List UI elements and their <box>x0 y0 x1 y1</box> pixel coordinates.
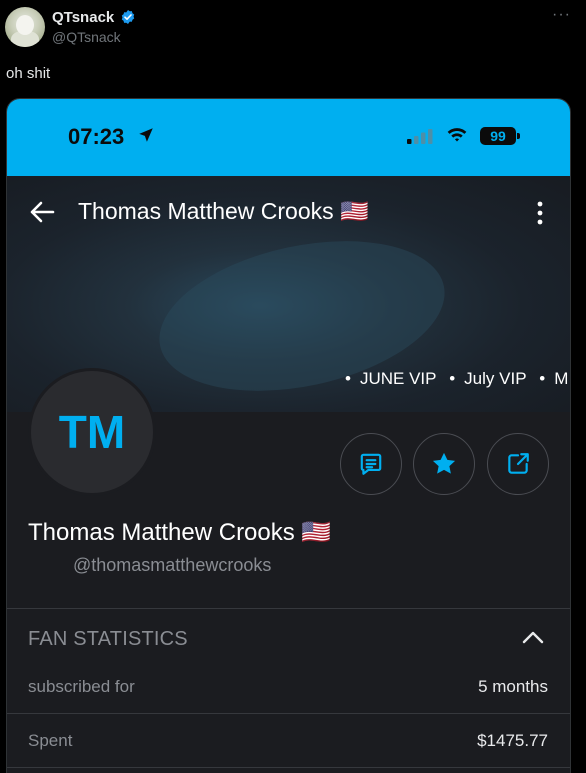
favorite-button[interactable] <box>413 433 475 495</box>
location-arrow-icon <box>139 128 153 142</box>
message-icon <box>360 453 382 475</box>
share-icon <box>508 453 529 474</box>
author-handle[interactable]: @QTsnack <box>52 29 121 45</box>
tag-separator: • <box>345 369 351 388</box>
avatar-face-shape <box>16 15 34 35</box>
author-display-name[interactable]: QTsnack <box>52 9 114 26</box>
page-title: Thomas Matthew Crooks 🇺🇸 <box>78 198 369 224</box>
fan-statistics-title[interactable]: FAN STATISTICS <box>28 628 188 651</box>
divider <box>7 767 570 768</box>
chevron-up-icon[interactable] <box>522 630 544 644</box>
arrow-left-icon[interactable] <box>29 200 55 224</box>
star-icon <box>432 452 456 474</box>
tag-item[interactable]: JUNE VIP <box>360 369 437 388</box>
avatar-initials: TM <box>58 406 126 458</box>
more-horizontal-icon[interactable]: ··· <box>552 6 571 24</box>
kebab-menu-icon[interactable] <box>536 201 544 225</box>
profile-name: Thomas Matthew Crooks 🇺🇸 <box>28 519 332 546</box>
stat-label-subscribed: subscribed for <box>28 677 135 696</box>
status-bar: 07:23 99 <box>7 99 570 176</box>
tag-list: • JUNE VIP • July VIP • M <box>345 369 570 389</box>
divider <box>7 608 570 609</box>
wifi-icon <box>447 128 467 142</box>
message-button[interactable] <box>340 433 402 495</box>
stat-value-spent: $1475.77 <box>477 731 548 750</box>
stat-value-subscribed: 5 months <box>478 677 548 696</box>
tag-separator: • <box>449 369 456 388</box>
status-time: 07:23 <box>68 124 125 149</box>
profile-handle[interactable]: @thomasmatthewcrooks <box>73 555 271 576</box>
divider <box>7 713 570 714</box>
tag-item[interactable]: M <box>554 369 568 388</box>
profile-avatar[interactable]: TM <box>28 368 156 496</box>
share-button[interactable] <box>487 433 549 495</box>
author-avatar[interactable] <box>5 7 45 47</box>
battery-indicator: 99 <box>480 127 516 145</box>
tweet-media-screenshot[interactable]: 07:23 99 Thomas Matthew Crooks 🇺🇸 • JUNE … <box>6 98 571 773</box>
verified-badge-icon <box>121 10 135 24</box>
cellular-signal-icon <box>407 129 433 144</box>
battery-tip-shape <box>517 133 520 139</box>
tweet-text: oh shit <box>6 65 51 82</box>
tag-separator: • <box>539 369 546 388</box>
stat-label-spent: Spent <box>28 731 73 750</box>
tweet-header: QTsnack @QTsnack ··· <box>0 0 586 56</box>
tag-item[interactable]: July VIP <box>464 369 526 388</box>
